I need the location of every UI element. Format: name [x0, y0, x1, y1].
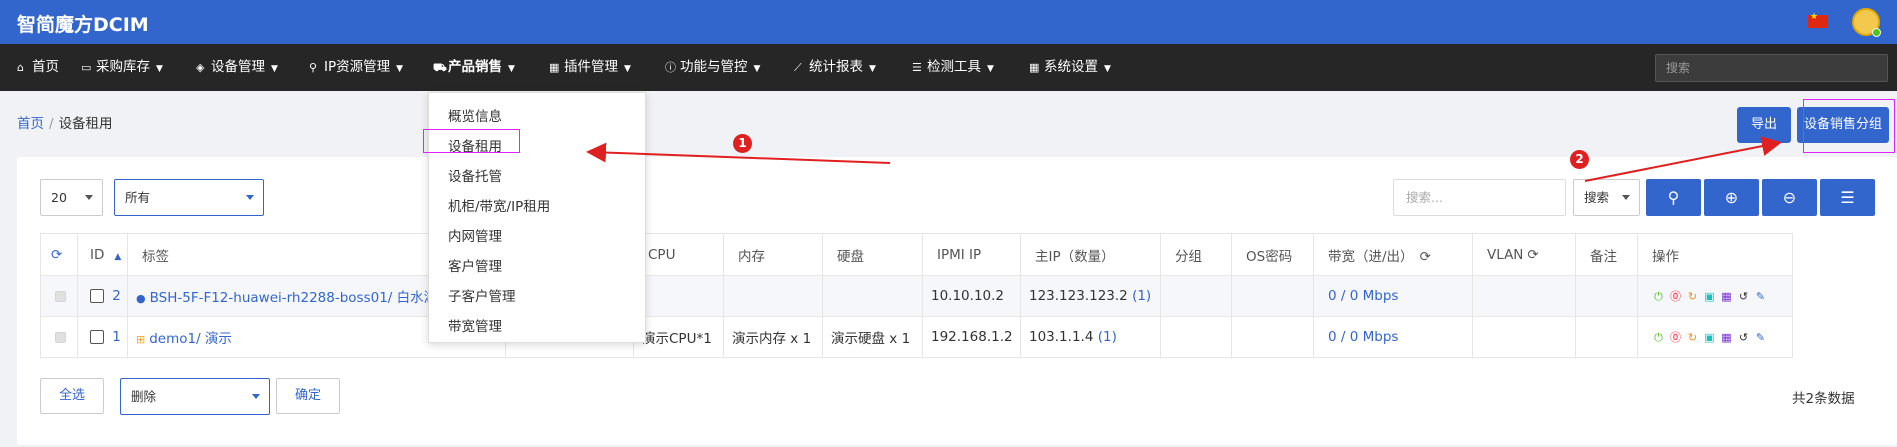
- annotation-arrows: [586, 136, 1782, 182]
- annotation-marker-1: 1: [733, 134, 752, 153]
- annotation-arrow-1: [586, 142, 891, 164]
- annotation-marker-2: 2: [1570, 150, 1589, 169]
- annotation-arrow-2: [1584, 136, 1782, 182]
